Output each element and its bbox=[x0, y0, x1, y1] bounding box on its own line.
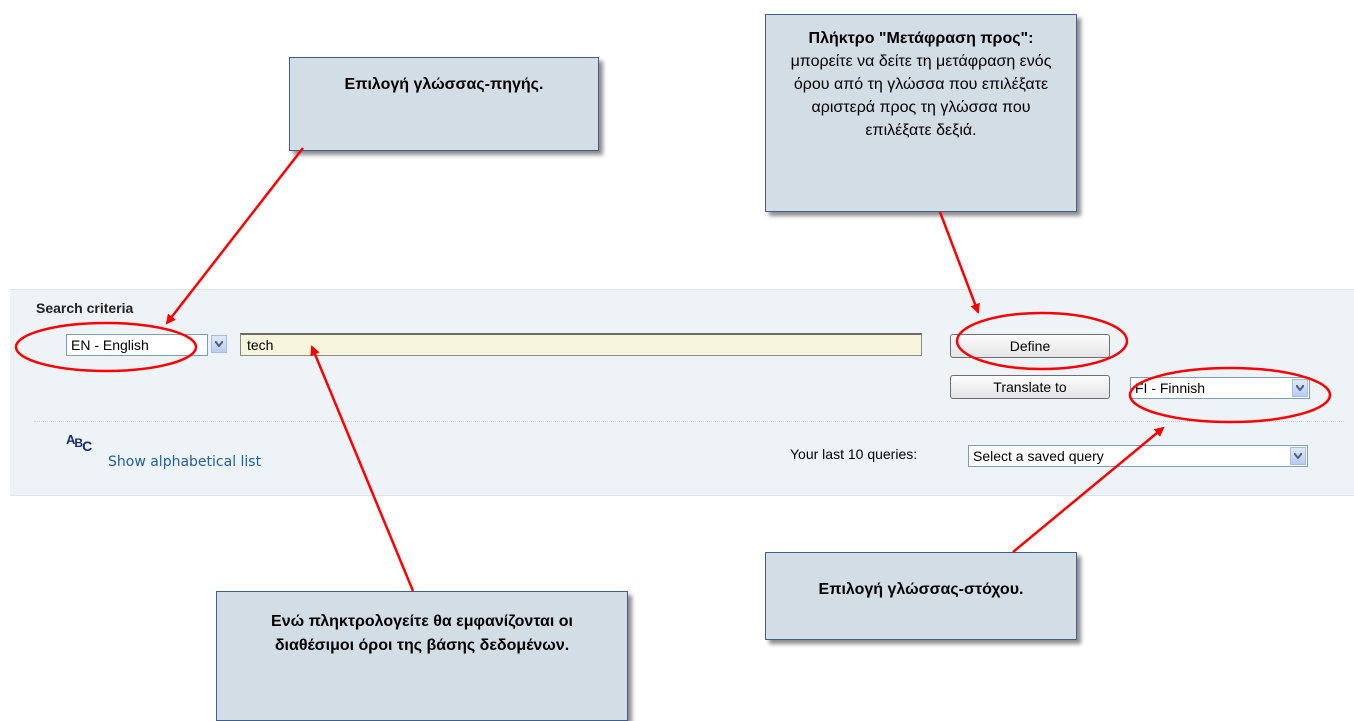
saved-query-select[interactable]: Select a saved query bbox=[968, 445, 1308, 467]
chevron-down-icon[interactable] bbox=[211, 335, 227, 353]
search-input[interactable] bbox=[240, 333, 922, 356]
search-criteria-panel: Search criteria EN - English Define Tran… bbox=[10, 289, 1354, 496]
target-language-callout: Επιλογή γλώσσας-στόχου. bbox=[765, 552, 1077, 640]
callout-text: Ενώ πληκτρολογείτε θα εμφανίζονται οι δι… bbox=[271, 613, 573, 654]
last-queries-label: Your last 10 queries: bbox=[790, 446, 918, 462]
chevron-down-icon bbox=[1290, 447, 1306, 465]
typing-hint-callout: Ενώ πληκτρολογείτε θα εμφανίζονται οι δι… bbox=[216, 591, 628, 721]
source-language-callout: Επιλογή γλώσσας-πηγής. bbox=[289, 57, 599, 151]
saved-query-value: Select a saved query bbox=[973, 448, 1104, 464]
callout-text: μπορείτε να δείτε τη μετάφραση ενός όρου… bbox=[790, 53, 1052, 139]
target-language-value: FI - Finnish bbox=[1135, 380, 1206, 396]
show-alphabetical-list-link[interactable]: Show alphabetical list bbox=[108, 454, 261, 470]
panel-title: Search criteria bbox=[36, 300, 134, 316]
chevron-down-icon bbox=[1292, 379, 1308, 397]
translate-to-button[interactable]: Translate to bbox=[950, 375, 1110, 399]
translate-to-callout: Πλήκτρο "Μετάφραση προς": μπορείτε να δε… bbox=[765, 14, 1077, 212]
define-button[interactable]: Define bbox=[950, 334, 1110, 358]
callout-text: Επιλογή γλώσσας-πηγής. bbox=[344, 76, 544, 93]
callout-text: Επιλογή γλώσσας-στόχου. bbox=[818, 581, 1024, 598]
source-language-value: EN - English bbox=[71, 337, 149, 353]
target-language-select[interactable]: FI - Finnish bbox=[1130, 377, 1310, 399]
section-divider bbox=[34, 421, 1344, 422]
callout-heading: Πλήκτρο "Μετάφραση προς": bbox=[808, 30, 1034, 47]
source-language-select[interactable]: EN - English bbox=[66, 334, 208, 356]
abc-icon: ABC bbox=[66, 432, 93, 454]
